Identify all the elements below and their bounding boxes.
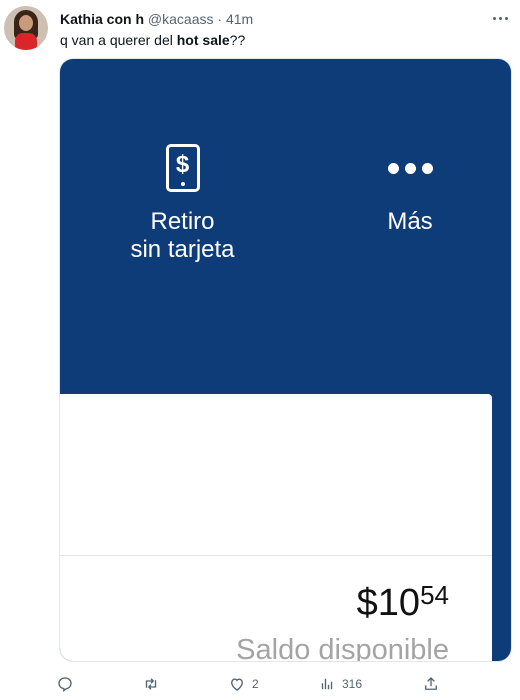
views-count: 316 xyxy=(342,677,363,691)
share-button[interactable] xyxy=(422,674,440,694)
avatar-top xyxy=(15,33,37,50)
balance-amount: $1054 xyxy=(357,582,449,624)
header-separator: · xyxy=(217,11,223,27)
retiro-sin-tarjeta-action: $ Retiro sin tarjeta xyxy=(110,144,255,264)
phone-dollar-icon: $ xyxy=(165,144,200,192)
tweet-text-before: q van a querer del xyxy=(60,32,177,48)
mas-action: Más xyxy=(360,144,460,236)
like-button[interactable]: 2 xyxy=(228,674,259,694)
reply-icon xyxy=(58,677,72,692)
retiro-label-line2: sin tarjeta xyxy=(130,236,235,263)
heart-icon xyxy=(231,678,243,691)
more-options-button[interactable] xyxy=(490,10,510,26)
mas-label: Más xyxy=(387,208,433,235)
three-dots-icon xyxy=(360,144,460,192)
balance-card: $1054 Saldo disponible xyxy=(60,394,492,662)
retiro-label-line1: Retiro xyxy=(150,208,215,235)
balance-currency: $ xyxy=(356,582,378,624)
avatar-face xyxy=(19,15,33,31)
author-name[interactable]: Kathia con h xyxy=(60,11,144,27)
avatar[interactable] xyxy=(4,6,48,50)
tweet-text-after: ?? xyxy=(229,32,246,48)
tweet-time[interactable]: 41m xyxy=(226,11,253,27)
more-dot-icon xyxy=(504,16,508,20)
tweet-text: q van a querer del hot sale?? xyxy=(60,31,245,49)
views-button[interactable]: 316 xyxy=(318,674,362,694)
tweet-header: Kathia con h @kacaass · 41m xyxy=(60,10,253,28)
share-icon xyxy=(425,677,437,690)
retweet-button[interactable] xyxy=(142,674,166,694)
views-icon xyxy=(321,678,333,690)
retweet-icon xyxy=(145,678,157,690)
tweet-media-image[interactable]: $ Retiro sin tarjeta Más $1054 Saldo dis… xyxy=(59,58,512,662)
balance-cents: 54 xyxy=(420,580,449,610)
author-handle[interactable]: @kacaass xyxy=(148,11,214,27)
balance-label: Saldo disponible xyxy=(236,634,449,662)
tweet-text-bold: hot sale xyxy=(176,32,230,48)
more-dot-icon xyxy=(492,16,496,20)
balance-integer: 10 xyxy=(377,582,421,624)
reply-button[interactable] xyxy=(56,674,80,694)
tweet-actions-bar: 2 316 xyxy=(56,674,456,694)
like-count: 2 xyxy=(252,677,259,691)
more-dot-icon xyxy=(498,16,502,20)
card-divider xyxy=(60,555,492,556)
